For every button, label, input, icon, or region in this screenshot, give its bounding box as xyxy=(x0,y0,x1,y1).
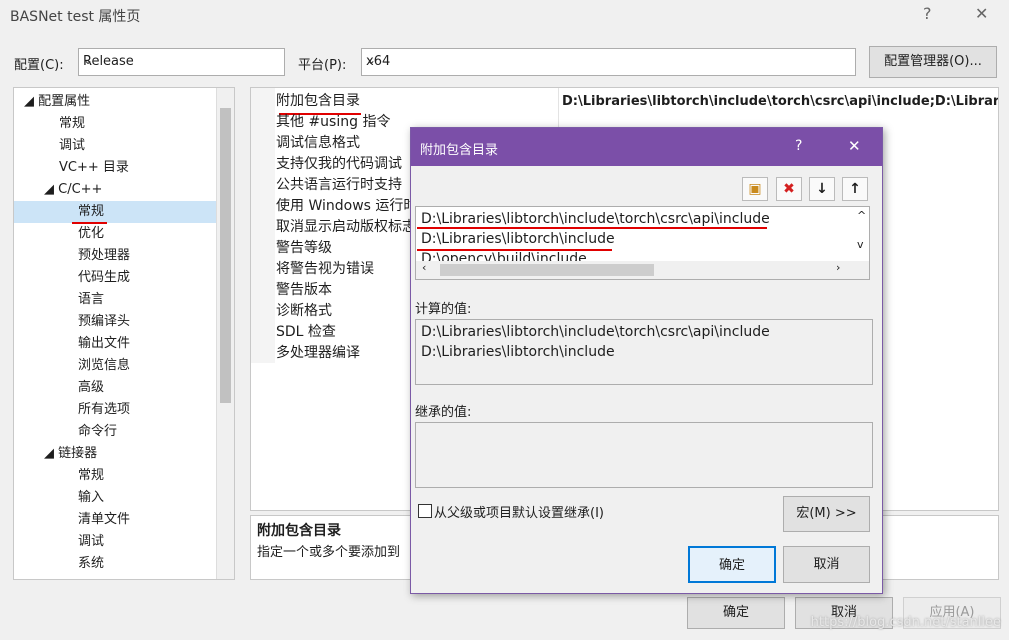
tree-item-selected[interactable]: 常规 xyxy=(14,201,217,223)
dialog-cancel-button[interactable]: 取消 xyxy=(783,546,870,583)
tree-item[interactable]: 调试 xyxy=(59,135,234,157)
grid-row-value[interactable]: D:\Libraries\libtorch\include\torch\csrc… xyxy=(562,94,998,109)
grid-row-label[interactable]: SDL 检查 xyxy=(276,322,336,343)
tree-item[interactable]: 清单文件 xyxy=(78,509,234,531)
config-combo[interactable]: Release ⌄ xyxy=(78,48,285,76)
list-item[interactable]: D:\Libraries\libtorch\include xyxy=(421,231,615,247)
tree-item[interactable]: 输出文件 xyxy=(78,333,234,355)
close-button[interactable]: ✕ xyxy=(975,4,988,23)
property-tree: ◢ 配置属性 常规 调试 VC++ 目录 ◢ C/C++ 常规 优化 预处理器 … xyxy=(13,87,235,580)
inherited-list xyxy=(415,422,873,488)
platform-combo[interactable]: x64 ⌄ xyxy=(361,48,856,76)
ok-button[interactable]: 确定 xyxy=(687,597,785,629)
platform-label: 平台(P): xyxy=(298,58,347,73)
computed-label: 计算的值: xyxy=(415,302,472,317)
move-down-icon[interactable]: ↓ xyxy=(809,177,835,201)
macro-button[interactable]: 宏(M) >> xyxy=(783,496,870,532)
dialog-ok-button[interactable]: 确定 xyxy=(688,546,776,583)
tree-item[interactable]: 预处理器 xyxy=(78,245,234,267)
help-button[interactable]: ? xyxy=(923,4,932,23)
grid-row-label[interactable]: 将警告视为错误 xyxy=(276,259,374,280)
grid-row-label[interactable]: 附加包含目录 xyxy=(276,91,360,112)
dialog-close-button[interactable]: ✕ xyxy=(848,137,861,155)
annotation-underline xyxy=(417,249,612,251)
inherited-label: 继承的值: xyxy=(415,405,472,420)
new-line-icon[interactable]: ▣ xyxy=(742,177,768,201)
description-text: 指定一个或多个要添加到 xyxy=(257,545,401,560)
grid-row-label[interactable]: 多处理器编译 xyxy=(276,343,360,364)
window-title: BASNet test 属性页 xyxy=(10,9,141,25)
grid-row-label[interactable]: 支持仅我的代码调试 xyxy=(276,154,402,175)
dialog-help-button[interactable]: ? xyxy=(795,138,802,154)
tree-scrollbar[interactable] xyxy=(216,88,234,579)
computed-list: D:\Libraries\libtorch\include\torch\csrc… xyxy=(415,319,873,385)
chevron-down-icon: ⌄ xyxy=(83,53,94,67)
tree-item[interactable]: 调试 xyxy=(78,531,234,553)
delete-icon[interactable]: ✖ xyxy=(776,177,802,201)
grid-row-label[interactable]: 调试信息格式 xyxy=(276,133,360,154)
scroll-thumb[interactable] xyxy=(440,264,654,276)
computed-value: D:\Libraries\libtorch\include xyxy=(421,344,615,360)
include-dirs-list[interactable]: D:\Libraries\libtorch\include\torch\csrc… xyxy=(415,206,870,280)
tree-item-config-properties[interactable]: ◢ 配置属性 xyxy=(24,91,227,113)
annotation-underline xyxy=(72,222,107,224)
grid-row-label[interactable]: 警告等级 xyxy=(276,238,332,259)
grid-row-label[interactable]: 使用 Windows 运行时 xyxy=(276,196,417,217)
description-title: 附加包含目录 xyxy=(257,523,341,539)
scroll-thumb[interactable] xyxy=(220,108,231,403)
tree-item[interactable]: 输入 xyxy=(78,487,234,509)
tree-item[interactable]: 常规 xyxy=(59,113,234,135)
tree-item[interactable]: 所有选项 xyxy=(78,399,234,421)
list-item[interactable]: D:\Libraries\libtorch\include\torch\csrc… xyxy=(421,211,770,227)
tree-item[interactable]: 预编译头 xyxy=(78,311,234,333)
horizontal-scrollbar[interactable]: ‹ › xyxy=(416,261,869,279)
tree-item[interactable]: 浏览信息 xyxy=(78,355,234,377)
tree-item[interactable]: VC++ 目录 xyxy=(59,157,234,179)
include-dirs-dialog: 附加包含目录 ? ✕ ▣ ✖ ↓ ↑ D:\Libraries\libtorch… xyxy=(410,127,883,594)
tree-item[interactable]: 命令行 xyxy=(78,421,234,443)
dialog-title-bar: 附加包含目录 ? ✕ xyxy=(411,128,882,166)
grid-row-label[interactable]: 取消显示启动版权标志 xyxy=(276,217,416,238)
grid-row-label[interactable]: 公共语言运行时支持 xyxy=(276,175,402,196)
computed-value: D:\Libraries\libtorch\include\torch\csrc… xyxy=(421,324,770,340)
config-label: 配置(C): xyxy=(14,58,64,73)
annotation-underline xyxy=(417,227,767,229)
scroll-left-icon[interactable]: ‹ xyxy=(422,261,426,274)
tree-item-cpp[interactable]: ◢ C/C++ xyxy=(44,179,234,201)
config-manager-button[interactable]: 配置管理器(O)... xyxy=(869,46,997,78)
inherit-checkbox-label[interactable]: 从父级或项目默认设置继承(I) xyxy=(434,502,604,521)
grid-row-label[interactable]: 其他 #using 指令 xyxy=(276,112,390,133)
scroll-down-icon[interactable]: v xyxy=(857,238,864,251)
watermark: https://blog.csdn.net/stanllee xyxy=(810,615,1001,630)
tree-item[interactable]: 代码生成 xyxy=(78,267,234,289)
vertical-scrollbar[interactable]: ^ v xyxy=(853,207,869,261)
grid-row-label[interactable]: 诊断格式 xyxy=(276,301,332,322)
tree-item[interactable]: 常规 xyxy=(78,465,234,487)
grid-gutter xyxy=(251,88,275,363)
chevron-down-icon: ⌄ xyxy=(366,53,377,67)
scroll-right-icon[interactable]: › xyxy=(836,261,840,274)
tree-item[interactable]: 优化 xyxy=(78,223,234,245)
tree-item[interactable]: 语言 xyxy=(78,289,234,311)
inherit-checkbox[interactable] xyxy=(418,504,432,518)
tree-item-linker[interactable]: ◢ 链接器 xyxy=(44,443,234,465)
tree-item[interactable]: 系统 xyxy=(78,553,234,575)
dialog-title: 附加包含目录 xyxy=(420,143,499,158)
move-up-icon[interactable]: ↑ xyxy=(842,177,868,201)
grid-row-label[interactable]: 警告版本 xyxy=(276,280,332,301)
title-bar: BASNet test 属性页 ? ✕ xyxy=(0,0,1009,30)
scroll-up-icon[interactable]: ^ xyxy=(857,209,866,222)
tree-item[interactable]: 高级 xyxy=(78,377,234,399)
